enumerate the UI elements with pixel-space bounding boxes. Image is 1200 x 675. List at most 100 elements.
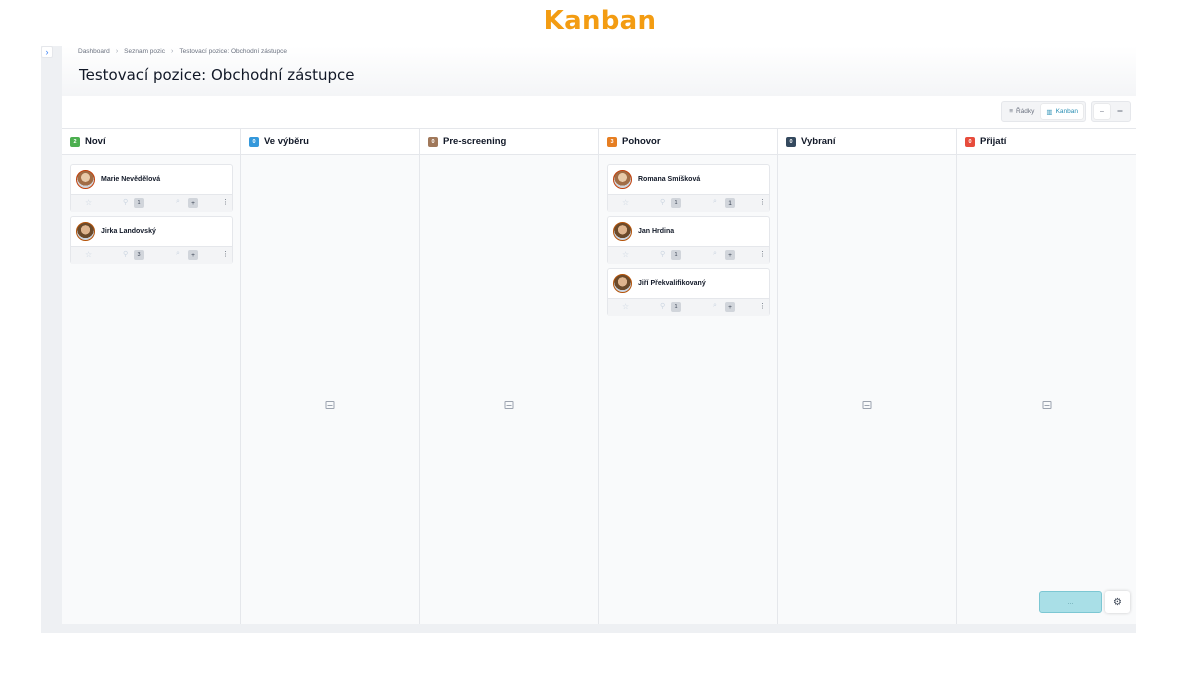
comment-icon: ⌕	[713, 250, 717, 257]
view-kanban-label: Kanban	[1055, 108, 1078, 115]
attachment-count[interactable]: 1	[671, 250, 681, 260]
empty-inbox-icon	[862, 401, 872, 409]
attachment-icon: ⚲	[123, 251, 129, 258]
more-options-icon[interactable]: ⋮	[222, 198, 229, 206]
column-count-badge: 0	[428, 136, 438, 147]
comment-count[interactable]: 1	[725, 198, 735, 208]
column-header: 0 Ve výběru	[241, 129, 419, 155]
floating-action-button[interactable]: ...	[1039, 591, 1102, 613]
view-kanban-button[interactable]: ▥ Kanban	[1041, 104, 1083, 119]
attachment-count[interactable]: 1	[134, 198, 144, 208]
empty-inbox-icon	[325, 401, 335, 409]
star-icon[interactable]: ☆	[85, 250, 92, 259]
kanban-column-vybrani: 0 Vybraní	[778, 129, 957, 624]
comment-icon: ⌕	[176, 250, 180, 257]
kanban-icon: ▥	[1046, 108, 1053, 116]
kanban-column-prijati: 0 Přijatí	[957, 129, 1136, 624]
more-options-icon[interactable]: ⋮	[759, 250, 766, 258]
kanban-column-ve-vyberu: 0 Ve výběru	[241, 129, 420, 624]
page-title: Testovací pozice: Obchodní zástupce	[79, 66, 355, 84]
hero-title: Kanban	[543, 6, 657, 36]
candidate-card[interactable]: Jiří Překvalifikovaný ☆ ⚲ 1 ⌕ + ⋮	[607, 268, 770, 316]
candidate-card[interactable]: Romana Smíšková ☆ ⚲ 1 ⌕ 1 ⋮	[607, 164, 770, 212]
toolbar: ≡ Řádky ▥ Kanban – ═	[62, 96, 1136, 128]
breadcrumb: Dashboard › Seznam pozic › Testovací poz…	[78, 48, 287, 55]
view-rows-label: Řádky	[1015, 108, 1035, 115]
empty-inbox-icon	[504, 401, 514, 409]
more-options-icon[interactable]: ⋮	[222, 250, 229, 258]
density-compact-icon[interactable]: –	[1094, 104, 1110, 119]
avatar	[613, 274, 632, 293]
avatar	[76, 170, 95, 189]
candidate-card[interactable]: Jan Hrdina ☆ ⚲ 1 ⌕ + ⋮	[607, 216, 770, 264]
breadcrumb-separator-icon: ›	[170, 48, 174, 55]
attachment-count[interactable]: 3	[134, 250, 144, 260]
sidebar-expand-icon[interactable]: ›	[41, 46, 53, 58]
kanban-column-pre-screening: 0 Pre-screening	[420, 129, 599, 624]
column-count-badge: 0	[965, 136, 975, 147]
column-count-badge: 2	[70, 136, 80, 147]
breadcrumb-positions[interactable]: Seznam pozic	[124, 48, 165, 55]
breadcrumb-separator-icon: ›	[115, 48, 119, 55]
comment-icon: ⌕	[176, 198, 180, 205]
candidate-card[interactable]: Marie Nevědělová ☆ ⚲ 1 ⌕ + ⋮	[70, 164, 233, 212]
attachment-icon: ⚲	[660, 303, 666, 310]
attachment-count[interactable]: 1	[671, 302, 681, 312]
more-options-icon[interactable]: ⋮	[759, 198, 766, 206]
attachment-count[interactable]: 1	[671, 198, 681, 208]
column-header: 0 Vybraní	[778, 129, 956, 155]
avatar	[613, 222, 632, 241]
candidate-name: Marie Nevědělová	[101, 176, 161, 183]
bottom-scroll-area	[62, 624, 1136, 633]
column-title: Pre-screening	[443, 136, 507, 147]
star-icon[interactable]: ☆	[622, 302, 629, 311]
view-rows-button[interactable]: ≡ Řádky	[1004, 104, 1039, 119]
density-comfortable-icon[interactable]: ═	[1112, 104, 1128, 119]
kanban-column-novi: 2 Noví Marie Nevědělová ☆ ⚲ 1 ⌕ + ⋮ Jirk…	[62, 129, 241, 624]
column-header: 2 Noví	[62, 129, 240, 155]
kanban-board: 2 Noví Marie Nevědělová ☆ ⚲ 1 ⌕ + ⋮ Jirk…	[62, 128, 1136, 624]
attachment-icon: ⚲	[660, 199, 666, 206]
column-title: Vybraní	[801, 136, 836, 147]
column-header: 0 Pre-screening	[420, 129, 598, 155]
column-count-badge: 3	[607, 136, 617, 147]
candidate-name: Romana Smíšková	[638, 176, 701, 183]
comment-icon: ⌕	[713, 302, 717, 309]
column-header: 3 Pohovor	[599, 129, 777, 155]
avatar	[76, 222, 95, 241]
column-header: 0 Přijatí	[957, 129, 1136, 155]
app-frame: › Dashboard › Seznam pozic › Testovací p…	[41, 46, 1136, 633]
column-title: Noví	[85, 136, 106, 147]
column-count-badge: 0	[786, 136, 796, 147]
density-toggle: – ═	[1091, 101, 1131, 122]
comment-count[interactable]: +	[725, 302, 735, 312]
attachment-icon: ⚲	[660, 251, 666, 258]
column-title: Přijatí	[980, 136, 1007, 147]
kanban-column-pohovor: 3 Pohovor Romana Smíšková ☆ ⚲ 1 ⌕ 1 ⋮ Ja…	[599, 129, 778, 624]
rows-icon: ≡	[1009, 108, 1013, 115]
sidebar-collapsed: ›	[41, 46, 62, 633]
star-icon[interactable]: ☆	[622, 250, 629, 259]
star-icon[interactable]: ☆	[85, 198, 92, 207]
candidate-name: Jirka Landovský	[101, 228, 156, 235]
candidate-card[interactable]: Jirka Landovský ☆ ⚲ 3 ⌕ + ⋮	[70, 216, 233, 264]
comment-icon: ⌕	[713, 198, 717, 205]
gear-icon[interactable]: ⚙	[1105, 591, 1130, 613]
candidate-name: Jan Hrdina	[638, 228, 675, 235]
empty-inbox-icon	[1042, 401, 1051, 409]
column-title: Pohovor	[622, 136, 661, 147]
comment-count[interactable]: +	[188, 250, 198, 260]
comment-count[interactable]: +	[188, 198, 198, 208]
view-toggle: ≡ Řádky ▥ Kanban	[1001, 101, 1086, 122]
breadcrumb-current: Testovací pozice: Obchodní zástupce	[179, 48, 288, 55]
attachment-icon: ⚲	[123, 199, 129, 206]
more-options-icon[interactable]: ⋮	[759, 302, 766, 310]
breadcrumb-dashboard[interactable]: Dashboard	[78, 48, 110, 55]
column-title: Ve výběru	[264, 136, 309, 147]
comment-count[interactable]: +	[725, 250, 735, 260]
star-icon[interactable]: ☆	[622, 198, 629, 207]
avatar	[613, 170, 632, 189]
page-header: Dashboard › Seznam pozic › Testovací poz…	[62, 46, 1136, 96]
candidate-name: Jiří Překvalifikovaný	[638, 280, 706, 287]
column-count-badge: 0	[249, 136, 259, 147]
